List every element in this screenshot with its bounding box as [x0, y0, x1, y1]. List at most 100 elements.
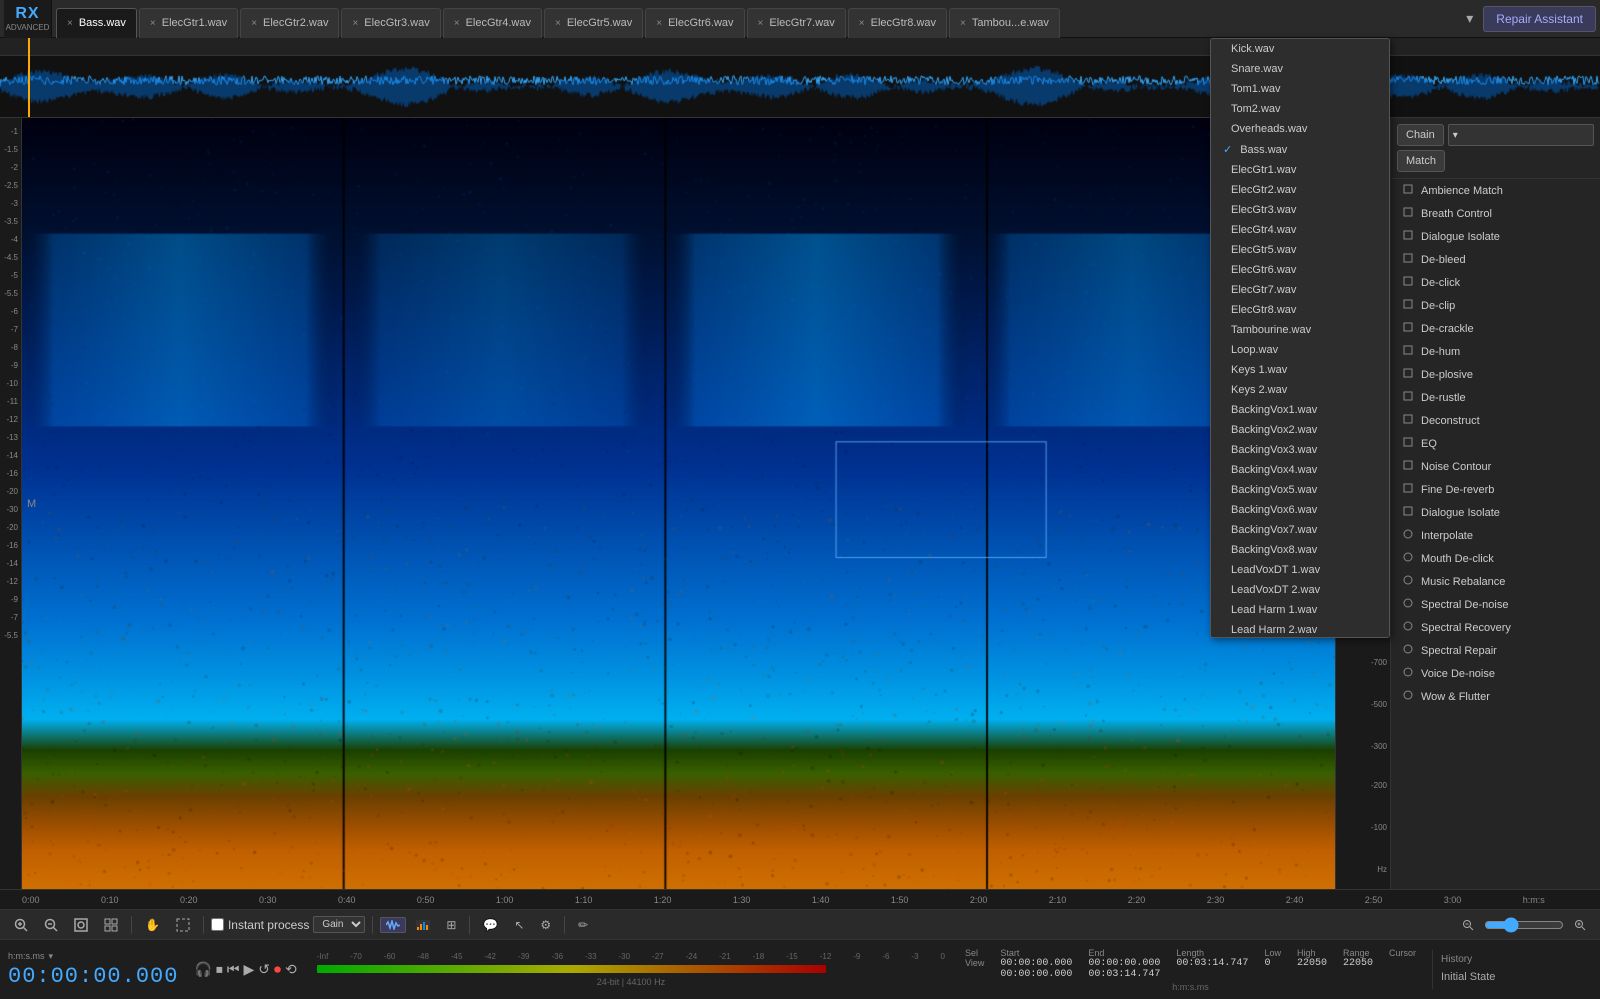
tab-ElecGtr5.wav[interactable]: ×ElecGtr5.wav: [544, 8, 643, 38]
panel-item-de-crackle[interactable]: De-crackle: [1391, 317, 1600, 340]
pan-tool-button[interactable]: ✋: [139, 915, 166, 935]
panel-item-voice-de-noise[interactable]: Voice De-noise: [1391, 662, 1600, 685]
tab-Tambou...e.wav[interactable]: ×Tambou...e.wav: [949, 8, 1060, 38]
cursor-button[interactable]: ↖: [508, 915, 530, 935]
tab-close-icon[interactable]: ×: [555, 18, 561, 29]
dropdown-item-Kickwav[interactable]: Kick.wav: [1211, 39, 1389, 59]
loop-button[interactable]: ⟲: [285, 961, 297, 978]
tab-close-icon[interactable]: ×: [656, 18, 662, 29]
panel-item-eq[interactable]: EQ: [1391, 432, 1600, 455]
dropdown-item-Keys-2wav[interactable]: Keys 2.wav: [1211, 380, 1389, 400]
dropdown-item-Keys-1wav[interactable]: Keys 1.wav: [1211, 360, 1389, 380]
dropdown-item-ElecGtr3wav[interactable]: ElecGtr3.wav: [1211, 200, 1389, 220]
dropdown-item-BackingVox1wav[interactable]: BackingVox1.wav: [1211, 400, 1389, 420]
tab-close-icon[interactable]: ×: [454, 18, 460, 29]
tab-close-icon[interactable]: ×: [150, 18, 156, 29]
dropdown-item-LeadVoxDT-1wav[interactable]: LeadVoxDT 1.wav: [1211, 560, 1389, 580]
panel-item-spectral-de-noise[interactable]: Spectral De-noise: [1391, 593, 1600, 616]
panel-item-spectral-recovery[interactable]: Spectral Recovery: [1391, 616, 1600, 639]
dropdown-item-Lead-Harm-1wav[interactable]: Lead Harm 1.wav: [1211, 600, 1389, 620]
tab-ElecGtr7.wav[interactable]: ×ElecGtr7.wav: [747, 8, 846, 38]
dropdown-item-ElecGtr1wav[interactable]: ElecGtr1.wav: [1211, 160, 1389, 180]
combined-view-button[interactable]: ⊞: [440, 915, 462, 935]
panel-item-de-rustle[interactable]: De-rustle: [1391, 386, 1600, 409]
panel-item-fine-de-reverb[interactable]: Fine De-reverb: [1391, 478, 1600, 501]
dropdown-item-BackingVox5wav[interactable]: BackingVox5.wav: [1211, 480, 1389, 500]
spectrogram-view-button[interactable]: [410, 917, 436, 933]
panel-item-de-plosive[interactable]: De-plosive: [1391, 363, 1600, 386]
dropdown-item-ElecGtr8wav[interactable]: ElecGtr8.wav: [1211, 300, 1389, 320]
panel-item-breath-control[interactable]: Breath Control: [1391, 202, 1600, 225]
panel-item-noise-contour[interactable]: Noise Contour: [1391, 455, 1600, 478]
match-button[interactable]: Match: [1397, 150, 1445, 172]
panel-item-dialogue-isolate[interactable]: Dialogue Isolate: [1391, 225, 1600, 248]
tab-ElecGtr8.wav[interactable]: ×ElecGtr8.wav: [848, 8, 947, 38]
waveform-view-button[interactable]: [380, 917, 406, 933]
repair-assistant-button[interactable]: Repair Assistant: [1483, 6, 1596, 32]
panel-item-de-clip[interactable]: De-clip: [1391, 294, 1600, 317]
dropdown-item-Basswav[interactable]: Bass.wav: [1211, 139, 1389, 160]
dropdown-item-LeadVoxDT-2wav[interactable]: LeadVoxDT 2.wav: [1211, 580, 1389, 600]
dropdown-item-ElecGtr4wav[interactable]: ElecGtr4.wav: [1211, 220, 1389, 240]
chain-dropdown[interactable]: ▾: [1448, 124, 1594, 146]
rewind-button[interactable]: ⏮: [227, 961, 240, 978]
instant-process-checkbox[interactable]: [211, 918, 224, 931]
stop-button[interactable]: ⏹: [216, 961, 223, 978]
zoom-minus-button[interactable]: [1456, 916, 1480, 934]
dropdown-item-Snarewav[interactable]: Snare.wav: [1211, 59, 1389, 79]
spectrogram[interactable]: M: [22, 118, 1335, 889]
tab-Bass.wav[interactable]: ×Bass.wav: [56, 8, 137, 38]
zoom-full-button[interactable]: [98, 915, 124, 935]
tab-close-icon[interactable]: ×: [960, 18, 966, 29]
play-button[interactable]: ▶: [243, 961, 254, 978]
zoom-out-button[interactable]: [38, 915, 64, 935]
dropdown-item-BackingVox8wav[interactable]: BackingVox8.wav: [1211, 540, 1389, 560]
tab-close-icon[interactable]: ×: [352, 18, 358, 29]
chain-button[interactable]: Chain: [1397, 124, 1444, 146]
comment-button[interactable]: 💬: [477, 915, 504, 935]
panel-item-mouth-de-click[interactable]: Mouth De-click: [1391, 547, 1600, 570]
zoom-slider[interactable]: [1484, 917, 1564, 933]
select-tool-button[interactable]: [170, 915, 196, 935]
zoom-fit-button[interactable]: [68, 915, 94, 935]
dropdown-item-ElecGtr5wav[interactable]: ElecGtr5.wav: [1211, 240, 1389, 260]
tab-overflow-btn[interactable]: ▾: [1460, 10, 1479, 27]
record-button[interactable]: ⏺: [274, 961, 281, 978]
dropdown-item-BackingVox2wav[interactable]: BackingVox2.wav: [1211, 420, 1389, 440]
panel-item-de-bleed[interactable]: De-bleed: [1391, 248, 1600, 271]
dropdown-item-Tom1wav[interactable]: Tom1.wav: [1211, 79, 1389, 99]
dropdown-item-Tambourinewav[interactable]: Tambourine.wav: [1211, 320, 1389, 340]
dropdown-item-BackingVox6wav[interactable]: BackingVox6.wav: [1211, 500, 1389, 520]
dropdown-item-ElecGtr7wav[interactable]: ElecGtr7.wav: [1211, 280, 1389, 300]
tab-ElecGtr6.wav[interactable]: ×ElecGtr6.wav: [645, 8, 744, 38]
zoom-plus-button[interactable]: [1568, 916, 1592, 934]
tab-close-icon[interactable]: ×: [67, 18, 73, 29]
panel-item-ambience-match[interactable]: Ambience Match: [1391, 179, 1600, 202]
panel-item-dialogue-isolate[interactable]: Dialogue Isolate: [1391, 501, 1600, 524]
edit-button[interactable]: ✏: [572, 915, 594, 935]
tab-close-icon[interactable]: ×: [859, 18, 865, 29]
gain-select[interactable]: Gain: [313, 916, 365, 933]
tab-ElecGtr1.wav[interactable]: ×ElecGtr1.wav: [139, 8, 238, 38]
panel-item-de-click[interactable]: De-click: [1391, 271, 1600, 294]
tab-close-icon[interactable]: ×: [251, 18, 257, 29]
dropdown-item-Tom2wav[interactable]: Tom2.wav: [1211, 99, 1389, 119]
dropdown-item-BackingVox7wav[interactable]: BackingVox7.wav: [1211, 520, 1389, 540]
tab-close-icon[interactable]: ×: [758, 18, 764, 29]
dropdown-item-Overheadswav[interactable]: Overheads.wav: [1211, 119, 1389, 139]
panel-item-deconstruct[interactable]: Deconstruct: [1391, 409, 1600, 432]
tab-ElecGtr4.wav[interactable]: ×ElecGtr4.wav: [443, 8, 542, 38]
dropdown-item-BackingVox4wav[interactable]: BackingVox4.wav: [1211, 460, 1389, 480]
panel-item-wow-&-flutter[interactable]: Wow & Flutter: [1391, 685, 1600, 708]
panel-item-music-rebalance[interactable]: Music Rebalance: [1391, 570, 1600, 593]
dropdown-item-ElecGtr2wav[interactable]: ElecGtr2.wav: [1211, 180, 1389, 200]
settings-button[interactable]: ⚙: [534, 915, 557, 935]
tab-ElecGtr3.wav[interactable]: ×ElecGtr3.wav: [341, 8, 440, 38]
dropdown-item-Loopwav[interactable]: Loop.wav: [1211, 340, 1389, 360]
dropdown-item-ElecGtr6wav[interactable]: ElecGtr6.wav: [1211, 260, 1389, 280]
dropdown-item-Lead-Harm-2wav[interactable]: Lead Harm 2.wav: [1211, 620, 1389, 638]
zoom-in-button[interactable]: [8, 915, 34, 935]
headphones-button[interactable]: 🎧: [194, 961, 211, 978]
tab-ElecGtr2.wav[interactable]: ×ElecGtr2.wav: [240, 8, 339, 38]
play-loop-button[interactable]: ↺: [258, 961, 270, 978]
